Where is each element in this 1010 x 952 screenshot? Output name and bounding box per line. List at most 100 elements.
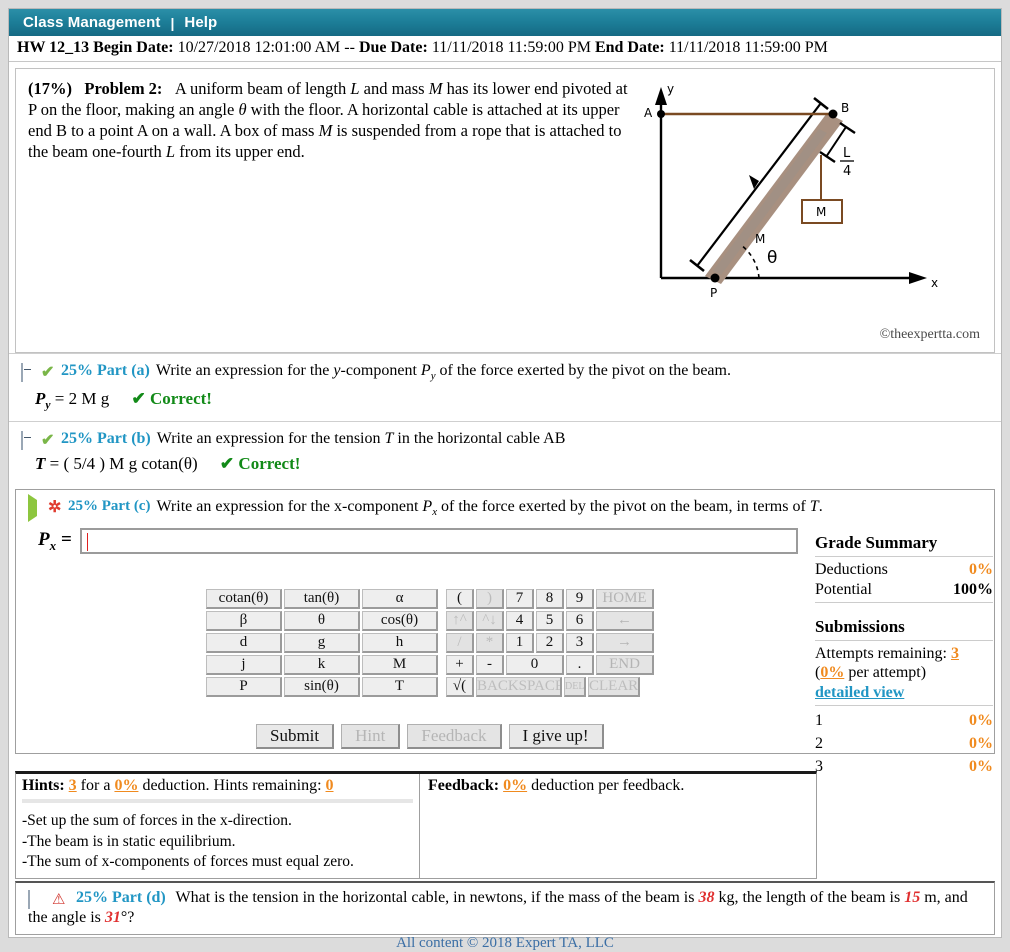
part-b-block: ✔ 25% Part (b) Write an expression for t… [9, 420, 1001, 483]
keypad-row-3: d g h / * 1 2 3 → [206, 632, 656, 653]
potential-value: 100% [953, 580, 993, 598]
part-d-block: ⚠ 25% Part (d) What is the tension in th… [15, 881, 995, 935]
part-a-block: ✔ 25% Part (a) Write an expression for t… [9, 353, 1001, 421]
length-denominator: 4 [843, 164, 851, 179]
key-5[interactable]: 5 [536, 610, 564, 631]
key-plus[interactable]: + [446, 654, 474, 675]
key-delete[interactable]: DEL [564, 676, 586, 697]
plus-box-icon[interactable] [28, 890, 41, 909]
key-power-down[interactable]: ^↓ [476, 610, 504, 631]
feedback-button[interactable]: Feedback [407, 723, 502, 749]
key-k[interactable]: k [284, 654, 360, 675]
problem-var-L2: L [165, 142, 176, 162]
minus-box-icon[interactable] [21, 363, 34, 382]
key-4[interactable]: 4 [506, 610, 534, 631]
key-end[interactable]: END [596, 654, 654, 675]
part-a-answer: Py = 2 M g ✔ Correct! [35, 389, 212, 412]
part-b-status: ✔ Correct! [219, 453, 301, 473]
keypad-row-2: β θ cos(θ) ↑^ ^↓ 4 5 6 ← [206, 610, 656, 631]
hints-column: Hints: 3 for a 0% deduction. Hints remai… [16, 774, 420, 878]
key-clear[interactable]: CLEAR [588, 676, 640, 697]
part-d-percent-label: 25% Part (d) [76, 889, 166, 906]
key-d[interactable]: d [206, 632, 282, 653]
key-3[interactable]: 3 [566, 632, 594, 653]
part-c-prompt: Write an expression for the x-component … [156, 497, 823, 518]
problem-percent: (17%) [28, 79, 72, 98]
detailed-view-link[interactable]: detailed view [815, 684, 904, 701]
key-7[interactable]: 7 [506, 588, 534, 609]
hint-button[interactable]: Hint [341, 723, 401, 749]
key-home[interactable]: HOME [596, 588, 654, 609]
potential-label: Potential [815, 580, 872, 598]
problem-var-M2: M [318, 121, 333, 141]
key-sqrt[interactable]: √( [446, 676, 474, 697]
problem-text-6: from its upper end. [175, 142, 305, 162]
divider [815, 640, 993, 642]
key-m[interactable]: M [362, 654, 438, 675]
key-arrow-right[interactable]: → [596, 632, 654, 653]
end-date-label: End Date: [594, 39, 665, 56]
green-triangle-icon[interactable] [28, 493, 41, 522]
key-open-paren[interactable]: ( [446, 588, 474, 609]
axis-label-x: x [931, 276, 938, 290]
key-power-up[interactable]: ↑^ [446, 610, 474, 631]
text-caret [86, 533, 88, 551]
key-divide[interactable]: / [446, 632, 474, 653]
key-h[interactable]: h [362, 632, 438, 653]
feedback-text: deduction per feedback. [531, 777, 685, 794]
key-sin[interactable]: sin(θ) [284, 676, 360, 697]
deductions-row: Deductions 0% [815, 560, 993, 579]
key-decimal[interactable]: . [566, 654, 594, 675]
nav-help[interactable]: Help [184, 14, 217, 31]
key-backspace[interactable]: BACKSPACE [476, 676, 562, 697]
copyright-watermark: ©theexpertta.com [879, 327, 980, 342]
submission-number: 2 [815, 734, 823, 752]
submit-button[interactable]: Submit [256, 723, 335, 749]
key-9[interactable]: 9 [566, 588, 594, 609]
submission-row-1: 1 0% [815, 709, 993, 732]
key-6[interactable]: 6 [566, 610, 594, 631]
key-arrow-left[interactable]: ← [596, 610, 654, 631]
key-0[interactable]: 0 [506, 654, 564, 675]
detailed-view-link-row: detailed view [815, 683, 993, 702]
per-attempt-row: (0% per attempt) [815, 663, 993, 682]
key-t[interactable]: T [362, 676, 438, 697]
key-2[interactable]: 2 [536, 632, 564, 653]
problem-statement: (17%) Problem 2: A uniform beam of lengt… [28, 78, 638, 162]
hints-deduction-pct: 0% [114, 777, 139, 794]
key-p[interactable]: P [206, 676, 282, 697]
submissions-title: Submissions [815, 616, 905, 636]
key-cos[interactable]: cos(θ) [362, 610, 438, 631]
problem-text-2: and mass [359, 79, 429, 98]
key-multiply[interactable]: * [476, 632, 504, 653]
assignment-name: HW 12_13 [17, 39, 90, 56]
submission-number: 1 [815, 711, 823, 729]
key-g[interactable]: g [284, 632, 360, 653]
feedback-header: Feedback: 0% deduction per feedback. [428, 777, 810, 795]
submission-row-3: 3 0% [815, 755, 993, 778]
answer-input[interactable] [79, 528, 798, 554]
key-j[interactable]: j [206, 654, 282, 675]
part-a-status: ✔ Correct! [131, 389, 212, 409]
part-d-prompt: What is the tension in the horizontal ca… [28, 889, 968, 926]
date-dash: -- [344, 39, 355, 56]
per-attempt-text: per attempt) [844, 664, 927, 682]
assignment-info-bar: HW 12_13 Begin Date: 10/27/2018 12:01:00… [9, 36, 1001, 62]
key-8[interactable]: 8 [536, 588, 564, 609]
key-theta[interactable]: θ [284, 610, 360, 631]
minus-box-icon[interactable] [21, 430, 34, 450]
key-cotan[interactable]: cotan(θ) [206, 588, 282, 609]
key-alpha[interactable]: α [362, 588, 438, 609]
key-tan[interactable]: tan(θ) [284, 588, 360, 609]
key-1[interactable]: 1 [506, 632, 534, 653]
give-up-button[interactable]: I give up! [508, 723, 604, 749]
key-beta[interactable]: β [206, 610, 282, 631]
key-close-paren[interactable]: ) [476, 588, 504, 609]
key-minus[interactable]: - [476, 654, 504, 675]
potential-row: Potential 100% [815, 580, 993, 599]
feedback-title: Feedback: [428, 777, 500, 794]
part-c-percent-label: 25% Part (c) [68, 497, 151, 514]
begin-date-label: Begin Date: [93, 39, 174, 56]
nav-class-management[interactable]: Class Management [23, 14, 160, 31]
divider [815, 556, 993, 558]
